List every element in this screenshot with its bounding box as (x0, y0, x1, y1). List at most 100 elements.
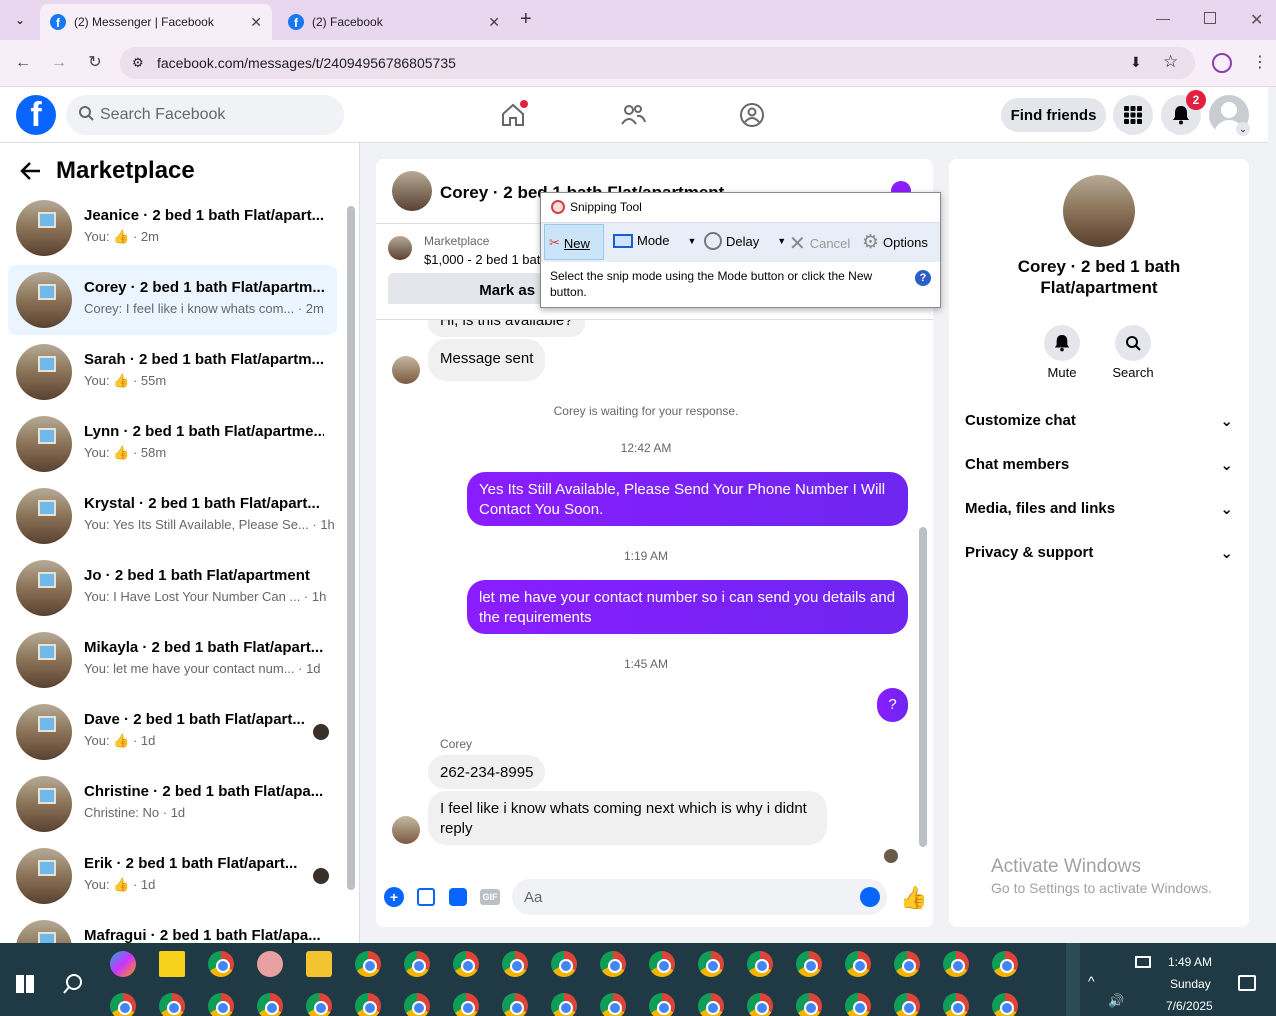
emoji-icon[interactable] (860, 887, 880, 907)
conversation-item[interactable]: Christine · 2 bed 1 bath Flat/apa... Chri… (8, 769, 337, 839)
groups-icon[interactable] (739, 102, 765, 128)
chrome-icon[interactable] (894, 951, 920, 977)
windows-start-icon[interactable] (16, 975, 34, 993)
conversation-item[interactable]: Corey · 2 bed 1 bath Flat/apartm... Corey… (8, 265, 337, 335)
chrome-icon[interactable] (747, 993, 773, 1016)
home-icon[interactable] (500, 100, 528, 128)
tab-messenger[interactable]: f (2) Messenger | Facebook ✕ (40, 4, 272, 40)
message-input[interactable]: Aa (512, 879, 887, 915)
outgoing-message[interactable]: ? (877, 688, 908, 722)
media-files-links-row[interactable]: Media, files and links ⌄ (965, 500, 1233, 518)
page-scrollbar[interactable] (1268, 90, 1276, 940)
chrome-icon[interactable] (404, 993, 430, 1016)
install-app-icon[interactable]: ⬇ (1130, 54, 1142, 71)
reload-icon[interactable]: ↻ (84, 52, 106, 74)
file-explorer-icon[interactable] (306, 951, 332, 977)
chrome-icon[interactable] (649, 951, 675, 977)
new-snip-control[interactable]: ✂ New (549, 235, 590, 251)
chrome-icon[interactable] (355, 993, 381, 1016)
chrome-icon[interactable] (502, 951, 528, 977)
chrome-icon[interactable] (551, 993, 577, 1016)
conversation-item[interactable]: Dave · 2 bed 1 bath Flat/apart... You: 👍 … (8, 697, 337, 767)
sticky-notes-icon[interactable] (159, 951, 185, 977)
taskbar-search-icon[interactable] (62, 973, 84, 995)
corey-avatar[interactable] (392, 356, 420, 384)
chrome-icon[interactable] (110, 993, 136, 1016)
back-arrow-icon[interactable] (20, 160, 42, 182)
address-bar[interactable]: ⚙ facebook.com/messages/t/24094956786805… (120, 47, 1195, 79)
mode-button[interactable]: Mode ▼ (613, 233, 696, 248)
chrome-icon[interactable] (159, 993, 185, 1016)
gif-icon[interactable]: GIF (480, 889, 500, 905)
chrome-icon[interactable] (453, 993, 479, 1016)
chrome-icon[interactable] (698, 951, 724, 977)
forward-icon[interactable]: → (48, 52, 70, 74)
conversation-item[interactable]: Erik · 2 bed 1 bath Flat/apart... You: 👍 … (8, 841, 337, 911)
clock-time[interactable]: 1:49 AM (1168, 955, 1212, 969)
friends-icon[interactable] (620, 103, 646, 127)
chrome-icon[interactable] (894, 993, 920, 1016)
chrome-icon[interactable] (600, 993, 626, 1016)
chrome-icon[interactable] (698, 993, 724, 1016)
taskbar-scrollbar[interactable] (1066, 943, 1080, 1016)
attach-photo-icon[interactable] (417, 888, 435, 906)
mute-button[interactable] (1044, 325, 1080, 361)
chrome-icon[interactable] (649, 993, 675, 1016)
chrome-icon[interactable] (306, 993, 332, 1016)
sticker-icon[interactable] (449, 888, 467, 906)
conversation-item[interactable]: Jo · 2 bed 1 bath Flat/apartment You: I H… (8, 553, 337, 623)
chrome-icon[interactable] (355, 951, 381, 977)
incoming-message[interactable]: 262-234-8995 (428, 755, 546, 789)
details-avatar[interactable] (1063, 175, 1135, 247)
new-tab-icon[interactable]: + (520, 8, 532, 31)
chrome-icon[interactable] (845, 993, 871, 1016)
outgoing-message[interactable]: Yes Its Still Available, Please Send You… (467, 472, 908, 526)
delay-button[interactable]: Delay ▼ (704, 232, 786, 250)
chrome-icon[interactable] (257, 993, 283, 1016)
system-tray-chevron-icon[interactable]: ^ (1088, 973, 1095, 989)
chrome-icon[interactable] (943, 993, 969, 1016)
account-chevron-icon[interactable]: ⌄ (1236, 122, 1250, 136)
chrome-icon[interactable] (404, 951, 430, 977)
facebook-logo-icon[interactable]: f (16, 95, 56, 135)
close-window-icon[interactable]: ✕ (1250, 10, 1263, 30)
conversation-item[interactable]: Mafragui · 2 bed 1 bath Flat/apa... (8, 913, 337, 943)
chrome-icon[interactable] (796, 993, 822, 1016)
copilot-icon[interactable] (110, 951, 136, 977)
menu-icon[interactable]: ⋮ (1252, 52, 1268, 72)
conversation-item[interactable]: Krystal · 2 bed 1 bath Flat/apart... You:… (8, 481, 337, 551)
restore-icon[interactable] (1204, 12, 1216, 24)
chrome-icon[interactable] (453, 951, 479, 977)
notification-center-icon[interactable] (1238, 975, 1256, 991)
find-friends-button[interactable]: Find friends (1001, 98, 1106, 132)
help-icon[interactable]: ? (915, 270, 931, 286)
chrome-icon[interactable] (747, 951, 773, 977)
close-tab-icon[interactable]: ✕ (488, 14, 500, 31)
conversation-item[interactable]: Mikayla · 2 bed 1 bath Flat/apart... You:… (8, 625, 337, 695)
profile-icon[interactable] (1212, 53, 1232, 73)
chrome-icon[interactable] (600, 951, 626, 977)
listing-thumbnail[interactable] (388, 236, 412, 260)
chrome-icon[interactable] (208, 951, 234, 977)
chat-members-row[interactable]: Chat members ⌄ (965, 456, 1233, 474)
search-input[interactable]: Search Facebook (66, 95, 344, 135)
volume-icon[interactable]: 🔊 (1108, 993, 1124, 1009)
sidebar-scrollbar[interactable] (347, 206, 355, 890)
snipping-tool-icon[interactable] (257, 951, 283, 977)
chrome-icon[interactable] (502, 993, 528, 1016)
message-sent-bubble[interactable]: Message sent (428, 339, 546, 381)
chat-scrollbar[interactable] (919, 527, 927, 847)
tab-facebook[interactable]: f (2) Facebook ✕ (278, 4, 510, 40)
options-button[interactable]: ⚙ Options (862, 231, 928, 254)
network-icon[interactable] (1135, 956, 1151, 968)
conversation-item[interactable]: Sarah · 2 bed 1 bath Flat/apartm... You: … (8, 337, 337, 407)
search-conversation-button[interactable] (1115, 325, 1151, 361)
like-thumb-icon[interactable]: 👍 (900, 885, 927, 911)
incoming-message[interactable]: I feel like i know whats coming next whi… (428, 791, 827, 845)
tab-search-icon[interactable]: ⌄ (10, 10, 30, 30)
chrome-icon[interactable] (796, 951, 822, 977)
corey-avatar[interactable] (392, 816, 420, 844)
chat-header-avatar[interactable] (392, 171, 432, 211)
chrome-icon[interactable] (992, 951, 1018, 977)
close-tab-icon[interactable]: ✕ (250, 14, 262, 31)
